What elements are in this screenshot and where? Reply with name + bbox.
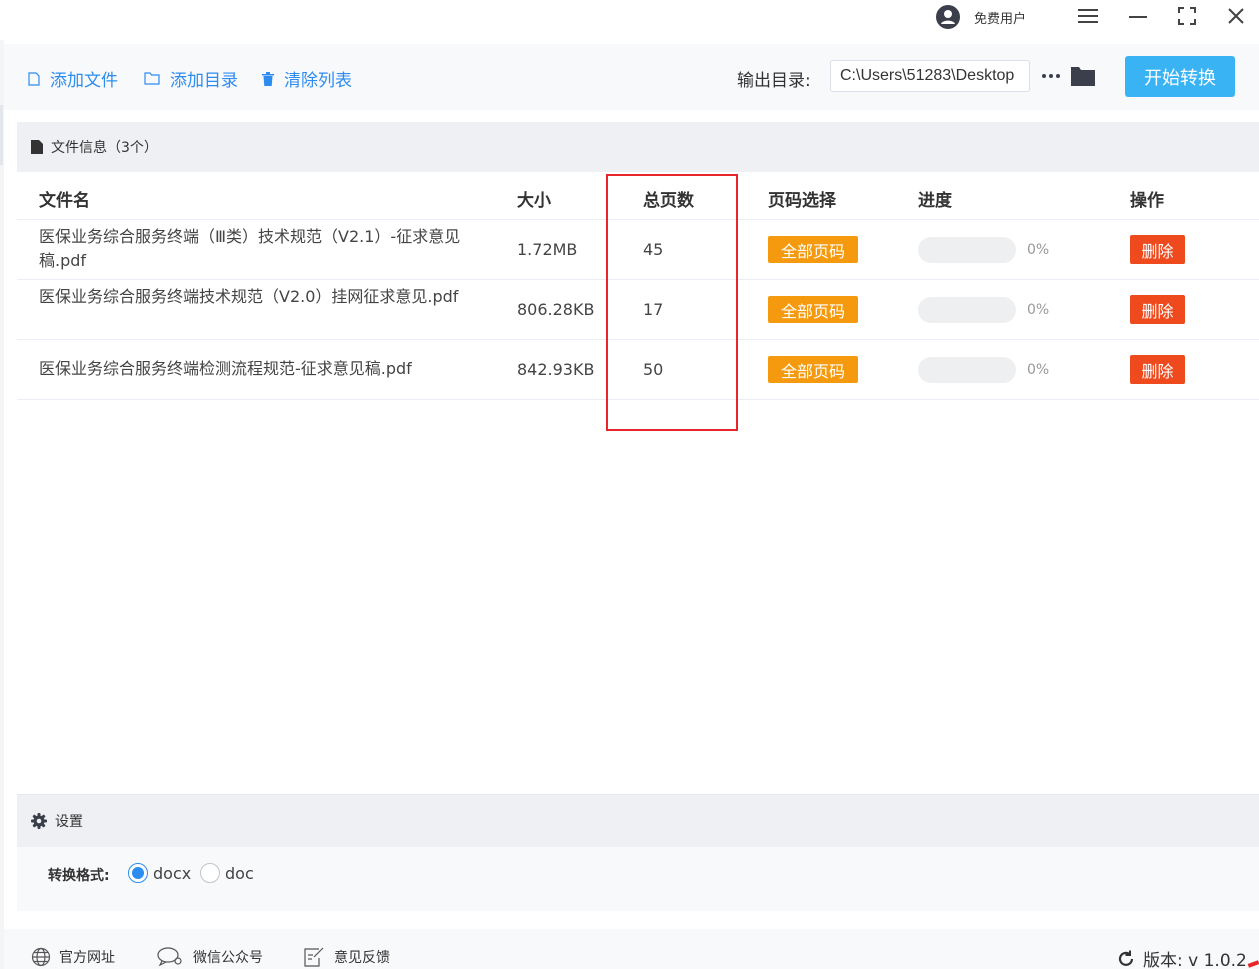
fullscreen-icon <box>1178 7 1196 25</box>
format-docx-radio[interactable]: docx <box>128 863 191 883</box>
wechat-icon <box>157 947 182 967</box>
close-icon <box>1228 8 1244 24</box>
left-accent <box>0 105 3 165</box>
wechat-label: 微信公众号 <box>193 950 263 966</box>
feedback-label: 意见反馈 <box>334 950 390 966</box>
feedback-icon <box>304 947 324 967</box>
website-link[interactable]: 官方网址 <box>31 947 115 967</box>
start-convert-button[interactable]: 开始转换 <box>1125 56 1235 97</box>
radio-checked-icon <box>128 863 148 883</box>
col-size: 大小 <box>517 191 551 211</box>
progress-percent: 0% <box>1027 302 1050 318</box>
radio-unchecked-icon <box>200 863 220 883</box>
globe-icon <box>31 947 51 967</box>
toolbar: 添加文件 添加目录 清除列表 输出目录: C:\Users\51283\Desk… <box>4 44 1259 110</box>
title-bar: 免费用户 <box>0 0 1259 40</box>
open-folder-icon[interactable] <box>1070 64 1096 88</box>
progress-bar <box>918 297 1016 323</box>
feedback-link[interactable]: 意见反馈 <box>304 947 390 967</box>
delete-button[interactable]: 删除 <box>1130 295 1185 324</box>
settings-title: 设置 <box>55 814 83 830</box>
settings-panel: 设置 转换格式: docx doc <box>17 794 1259 911</box>
page-select-button[interactable]: 全部页码 <box>768 296 858 323</box>
file-info-title: 文件信息（3个） <box>51 140 158 156</box>
version-label: 版本: v 1.0.2 <box>1143 951 1247 969</box>
file-info-header: 文件信息（3个） <box>17 122 1259 172</box>
col-progress: 进度 <box>918 191 952 211</box>
format-doc-label: doc <box>225 863 254 883</box>
close-button[interactable] <box>1223 4 1249 28</box>
col-action: 操作 <box>1130 191 1164 211</box>
gear-icon <box>31 813 47 829</box>
ellipsis-icon <box>1042 74 1060 78</box>
footer: 官方网址 微信公众号 意见反馈 版本: v 1.0.2 <box>4 929 1259 969</box>
file-name: 医保业务综合服务终端检测流程规范-征求意见稿.pdf <box>39 359 412 378</box>
output-dir-input[interactable]: C:\Users\51283\Desktop <box>830 60 1030 92</box>
file-name: 医保业务综合服务终端技术规范（V2.0）挂网征求意见.pdf <box>39 287 459 306</box>
file-size: 842.93KB <box>517 360 595 379</box>
trash-icon <box>262 71 274 86</box>
col-page-select: 页码选择 <box>768 191 836 211</box>
clear-list-label: 清除列表 <box>284 71 352 91</box>
add-dir-button[interactable]: 添加目录 <box>144 66 238 91</box>
progress-percent: 0% <box>1027 242 1050 258</box>
minimize-icon <box>1129 16 1147 18</box>
website-label: 官方网址 <box>59 950 115 966</box>
add-file-label: 添加文件 <box>50 71 118 91</box>
delete-button[interactable]: 删除 <box>1130 355 1185 384</box>
folder-outline-icon <box>144 72 160 85</box>
add-file-button[interactable]: 添加文件 <box>28 66 118 91</box>
format-label: 转换格式: <box>48 868 110 884</box>
user-name: 免费用户 <box>974 11 1027 27</box>
col-name: 文件名 <box>39 191 90 211</box>
format-doc-radio[interactable]: doc <box>200 863 254 883</box>
file-icon <box>28 71 40 86</box>
highlight-annotation-box <box>606 174 738 431</box>
minimize-button[interactable] <box>1125 4 1151 28</box>
file-name: 医保业务综合服务终端（Ⅲ类）技术规范（V2.1）-征求意见稿.pdf <box>39 227 461 270</box>
more-options-button[interactable] <box>1040 66 1062 86</box>
settings-header: 设置 <box>17 795 1259 847</box>
progress-bar <box>918 237 1016 263</box>
version-info[interactable]: 版本: v 1.0.2 <box>1117 946 1247 969</box>
output-dir-label: 输出目录: <box>737 71 811 91</box>
user-avatar-icon <box>936 5 960 29</box>
file-size: 1.72MB <box>517 240 578 259</box>
menu-button[interactable] <box>1075 4 1101 28</box>
user-account[interactable]: 免费用户 <box>936 4 1026 30</box>
left-stripe <box>0 40 4 969</box>
clear-list-button[interactable]: 清除列表 <box>262 66 352 91</box>
refresh-icon <box>1118 950 1134 966</box>
maximize-button[interactable] <box>1174 4 1200 28</box>
menu-icon <box>1078 9 1098 23</box>
progress-percent: 0% <box>1027 362 1050 378</box>
delete-button[interactable]: 删除 <box>1130 235 1185 264</box>
add-dir-label: 添加目录 <box>170 71 238 91</box>
page-select-button[interactable]: 全部页码 <box>768 356 858 383</box>
page-select-button[interactable]: 全部页码 <box>768 236 858 263</box>
document-icon <box>31 140 43 154</box>
wechat-link[interactable]: 微信公众号 <box>157 947 263 967</box>
file-size: 806.28KB <box>517 300 595 319</box>
format-docx-label: docx <box>153 863 192 883</box>
progress-bar <box>918 357 1016 383</box>
